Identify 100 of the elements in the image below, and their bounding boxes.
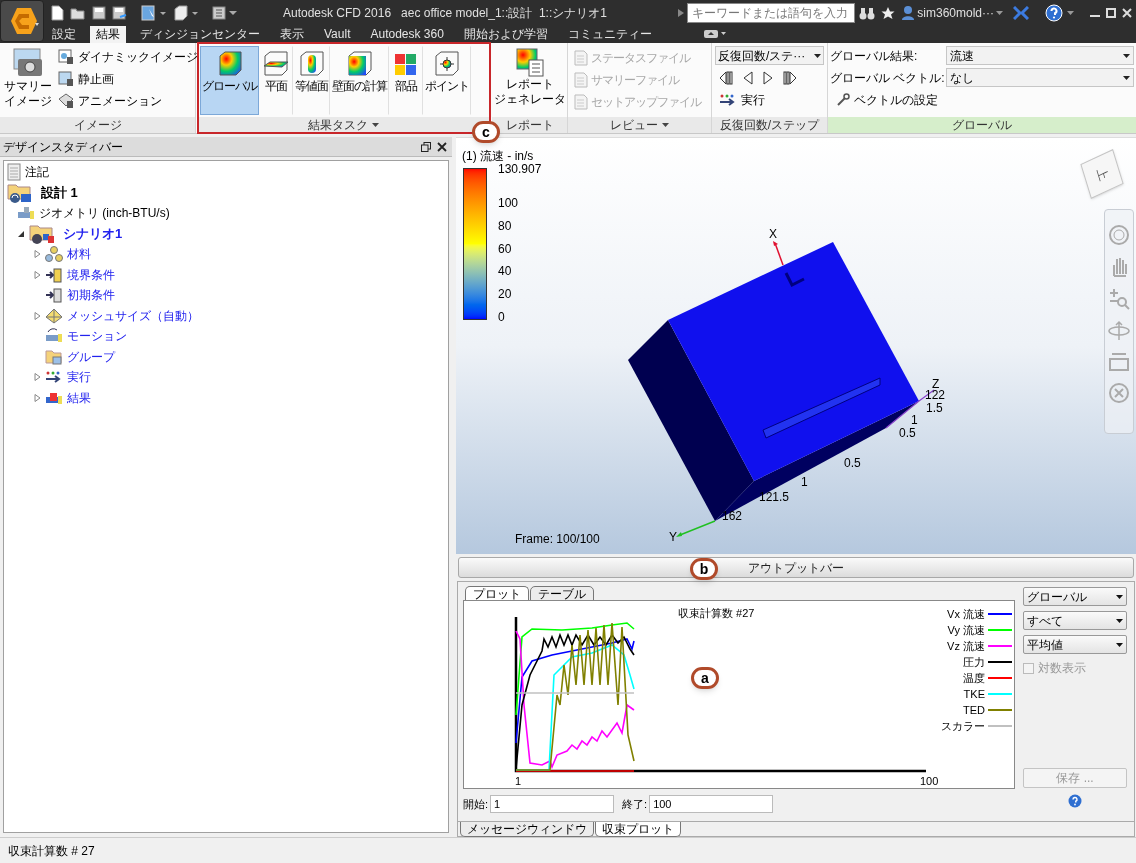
dropdown-arrow-icon <box>1116 594 1123 599</box>
plot-dropdown[interactable]: 平均値 <box>1023 635 1127 654</box>
select-cursor-icon[interactable] <box>141 5 167 21</box>
search-field[interactable]: キーワードまたは語句を入力 <box>687 3 856 23</box>
view-cube[interactable]: 上 <box>1080 149 1124 199</box>
tree-item[interactable]: メッシュサイズ（自動） <box>67 306 199 325</box>
dropdown-arrow-icon[interactable] <box>662 123 669 127</box>
dropdown-arrow-icon[interactable] <box>996 11 1003 15</box>
ribbon-tab[interactable]: Autodesk 360 <box>364 26 450 43</box>
scale-label: 20 <box>498 287 512 302</box>
tree-item[interactable]: 初期条件 <box>67 286 115 305</box>
ribbon-toggle-icon[interactable] <box>703 29 726 39</box>
tree-item[interactable]: 材料 <box>67 245 91 264</box>
collapsed-caret-icon[interactable] <box>33 373 41 382</box>
last-step-icon[interactable] <box>783 71 797 85</box>
tree-item[interactable]: モーション <box>67 327 127 346</box>
open-folder-icon[interactable] <box>70 6 86 20</box>
run-arrow-icon <box>719 93 737 107</box>
grid-window-icon[interactable] <box>211 5 239 21</box>
close-icon[interactable] <box>437 141 447 152</box>
plot-dropdown[interactable]: すべて <box>1023 611 1127 630</box>
image-menu-button[interactable]: ダイナミックイメージ <box>58 47 198 66</box>
result-task-button[interactable]: グローバル <box>200 46 259 115</box>
panel-title: 結果タスク <box>308 117 368 134</box>
start-field[interactable]: 1 <box>490 795 615 813</box>
image-menu-button[interactable]: アニメーション <box>58 91 198 110</box>
still-image-icon <box>58 70 74 87</box>
pipe-icon <box>17 205 35 222</box>
ribbon-tab[interactable]: ディシジョンセンター <box>134 26 266 43</box>
output-tab[interactable]: メッセージウィンドウ <box>460 822 594 837</box>
axis-tick-label: 122 <box>925 389 946 402</box>
save-as-icon[interactable] <box>112 5 127 21</box>
animation-icon <box>58 92 74 109</box>
result-task-button[interactable]: 部品 <box>389 46 423 115</box>
result-task-button[interactable]: ポイント <box>423 46 471 115</box>
ribbon-tab[interactable]: Vault <box>318 26 357 43</box>
new-document-icon[interactable] <box>50 5 64 21</box>
tree-item[interactable]: 注記 <box>25 163 49 182</box>
end-field[interactable]: 100 <box>649 795 774 813</box>
image-menu-button[interactable]: 静止画 <box>58 69 198 88</box>
binoculars-icon[interactable] <box>859 6 876 20</box>
plot-dropdown[interactable]: グローバル <box>1023 587 1127 606</box>
axis-tick-label: 1.5 <box>926 402 943 415</box>
ribbon-tab[interactable]: 表示 <box>274 26 310 43</box>
collapsed-caret-icon[interactable] <box>33 311 41 320</box>
scale-label: 60 <box>498 241 512 256</box>
tree-item[interactable]: シナリオ1 <box>63 224 123 244</box>
dropdown-arrow-icon[interactable] <box>1067 11 1074 15</box>
exchange-x-icon[interactable] <box>1013 6 1029 20</box>
previous-step-icon[interactable] <box>743 71 753 85</box>
tree-item[interactable]: 境界条件 <box>67 265 115 284</box>
help-icon[interactable] <box>1045 4 1063 22</box>
ribbon-tab[interactable]: 設定 <box>46 26 82 43</box>
axis-label: X <box>769 228 777 241</box>
application-menu-button[interactable] <box>0 0 44 42</box>
result-task-button[interactable]: 壁面の計算 <box>330 46 389 115</box>
vector-settings-button[interactable]: ベクトルの設定 <box>830 90 938 110</box>
result-task-button[interactable]: 等値面 <box>293 46 330 115</box>
global-dropdown[interactable]: なし <box>946 68 1134 87</box>
folder-icon <box>45 348 63 365</box>
panel-title: レビュー <box>610 117 658 134</box>
save-icon[interactable] <box>92 6 106 20</box>
global-dropdown[interactable]: 流速 <box>946 46 1134 65</box>
first-step-icon[interactable] <box>719 71 733 85</box>
dropdown-arrow-icon <box>1116 642 1123 647</box>
run-button[interactable]: 実行 <box>715 91 824 109</box>
next-step-icon[interactable] <box>763 71 773 85</box>
tree-item[interactable]: 設計 1 <box>41 183 78 203</box>
collapsed-caret-icon[interactable] <box>33 250 41 259</box>
legend-label: スカラー <box>941 718 985 734</box>
cube-icon[interactable] <box>173 5 199 21</box>
axis-tick-label: 0.5 <box>844 457 861 470</box>
star-icon[interactable] <box>881 6 896 20</box>
collapsed-caret-icon[interactable] <box>33 270 41 279</box>
diamond-mesh-icon <box>45 307 63 324</box>
result-task-button[interactable]: 平面 <box>259 46 293 115</box>
iteration-dropdown[interactable]: 反復回数/ステ··· <box>715 46 824 65</box>
plot-title: 収束計算数 #27 <box>678 606 755 621</box>
summary-image-button[interactable]: サマリー イメージ <box>4 47 52 109</box>
collapsed-caret-icon[interactable] <box>33 393 41 402</box>
output-tab[interactable]: 収束プロット <box>595 822 681 837</box>
axis-tick-label: 0.5 <box>899 427 916 440</box>
tree-item[interactable]: グループ <box>67 347 115 366</box>
maximize-icon[interactable] <box>1106 8 1116 18</box>
expanded-caret-icon[interactable] <box>17 229 25 238</box>
tree-item[interactable]: 結果 <box>67 388 91 407</box>
ribbon-tab[interactable]: 開始および学習 <box>457 26 554 43</box>
tree-item[interactable]: 実行 <box>67 368 91 387</box>
ribbon-tab[interactable]: 結果 <box>90 26 126 43</box>
restore-icon[interactable] <box>421 141 431 152</box>
dropdown-arrow-icon[interactable] <box>372 123 379 127</box>
ribbon-tab[interactable]: コミュニティー <box>561 26 658 43</box>
axis-tick-label: 1 <box>911 414 918 427</box>
legend-label: TED <box>963 702 985 718</box>
report-generator-button[interactable]: レポート ジェネレータ <box>493 47 566 117</box>
expand-arrow-icon[interactable] <box>678 9 685 17</box>
tree-item[interactable]: ジオメトリ (inch-BTU/s) <box>39 204 170 223</box>
axis-tick-label: 1 <box>801 476 808 489</box>
user-icon[interactable] <box>901 5 916 21</box>
user-name[interactable]: sim360mold··· <box>917 4 994 22</box>
